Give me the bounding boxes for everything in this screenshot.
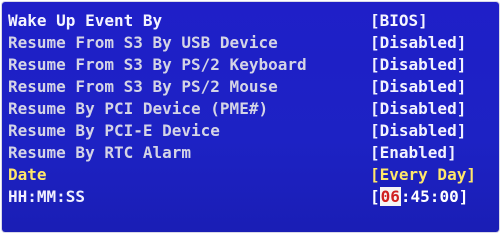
wake-up-event-label: Wake Up Event By: [8, 11, 163, 30]
setting-value-usb[interactable]: [Disabled]: [370, 32, 466, 54]
time-minutes-seconds: :45:00]: [400, 187, 469, 206]
setting-row-date[interactable]: Date [Every Day]: [2, 164, 499, 186]
time-value[interactable]: [06:45:00]: [370, 186, 468, 208]
setting-value-ps2-mouse[interactable]: [Disabled]: [370, 76, 466, 98]
setting-value-pci-e-device[interactable]: [Disabled]: [370, 120, 466, 142]
setting-label-date: Date: [8, 165, 47, 184]
setting-label-ps2-mouse: Resume From S3 By PS/2 Mouse: [8, 77, 278, 96]
time-open-bracket: [: [370, 187, 380, 206]
time-label: HH:MM:SS: [8, 187, 86, 206]
setting-label-ps2-keyboard: Resume From S3 By PS/2 Keyboard: [8, 55, 307, 74]
setting-value-ps2-keyboard[interactable]: [Disabled]: [370, 54, 466, 76]
setting-row-rtc-alarm[interactable]: Resume By RTC Alarm [Enabled]: [2, 142, 499, 164]
setting-row-pci-e-device[interactable]: Resume By PCI-E Device [Disabled]: [2, 120, 499, 142]
setting-row-usb[interactable]: Resume From S3 By USB Device [Disabled]: [2, 32, 499, 54]
bios-screen: Wake Up Event By [BIOS] Resume From S3 B…: [2, 2, 499, 232]
setting-value-date[interactable]: [Every Day]: [370, 164, 476, 186]
setting-row-pci-device[interactable]: Resume By PCI Device (PME#) [Disabled]: [2, 98, 499, 120]
setting-value-rtc-alarm[interactable]: [Enabled]: [370, 142, 457, 164]
setting-label-pci-e-device: Resume By PCI-E Device: [8, 121, 220, 140]
setting-row-time[interactable]: HH:MM:SS [06:45:00]: [2, 186, 499, 208]
setting-value-pci-device[interactable]: [Disabled]: [370, 98, 466, 120]
wake-up-event-row[interactable]: Wake Up Event By [BIOS]: [2, 10, 499, 32]
setting-row-ps2-keyboard[interactable]: Resume From S3 By PS/2 Keyboard [Disable…: [2, 54, 499, 76]
setting-row-ps2-mouse[interactable]: Resume From S3 By PS/2 Mouse [Disabled]: [2, 76, 499, 98]
setting-label-pci-device: Resume By PCI Device (PME#): [8, 99, 269, 118]
setting-label-rtc-alarm: Resume By RTC Alarm: [8, 143, 192, 162]
wake-up-event-value[interactable]: [BIOS]: [370, 10, 428, 32]
time-hour-field[interactable]: 06: [379, 187, 401, 206]
setting-label-usb: Resume From S3 By USB Device: [8, 33, 278, 52]
